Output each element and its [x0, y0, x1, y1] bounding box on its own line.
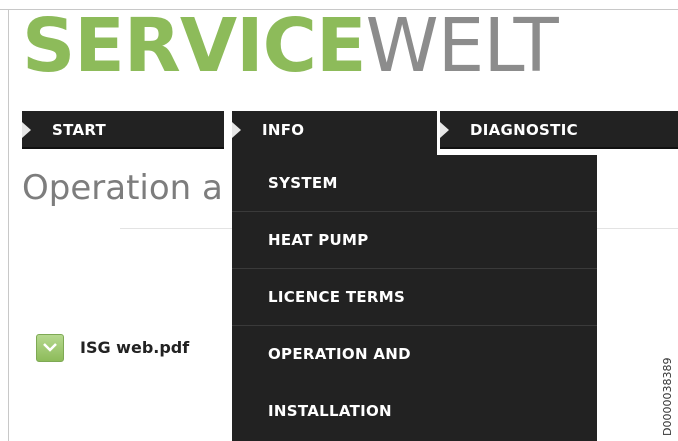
menu-item-operation-installation[interactable]: OPERATION AND INSTALLATION — [232, 326, 597, 440]
menu-item-system[interactable]: SYSTEM — [232, 155, 597, 212]
tab-info[interactable]: INFO — [232, 111, 437, 155]
tab-diagnostic-label: DIAGNOSTIC — [470, 121, 578, 139]
menu-item-label-line2: INSTALLATION — [268, 402, 392, 420]
arrow-icon — [22, 122, 31, 138]
menu-item-heat-pump[interactable]: HEAT PUMP — [232, 212, 597, 269]
page-title: Operation a — [22, 168, 223, 208]
expand-icon[interactable] — [36, 334, 64, 362]
chevron-down-icon — [43, 343, 57, 352]
info-dropdown-menu: SYSTEM HEAT PUMP LICENCE TERMS OPERATION… — [232, 155, 597, 441]
menu-item-licence-terms[interactable]: LICENCE TERMS — [232, 269, 597, 326]
menu-item-label-line1: OPERATION AND — [268, 345, 411, 363]
logo-service-text: SERVICE — [22, 3, 366, 89]
tab-start[interactable]: START — [22, 111, 224, 149]
logo-welt-text: WELT — [365, 3, 559, 89]
servicewelt-logo: SERVICEWELT — [22, 2, 559, 90]
image-code: D0000038389 — [661, 357, 674, 436]
pdf-file-link[interactable]: ISG web.pdf — [80, 338, 189, 357]
frame-border-left — [8, 9, 9, 441]
tab-info-label: INFO — [262, 121, 305, 139]
tab-start-label: START — [52, 121, 107, 139]
arrow-icon — [440, 122, 449, 138]
tab-diagnostic[interactable]: DIAGNOSTIC — [440, 111, 678, 149]
arrow-icon — [232, 122, 241, 138]
